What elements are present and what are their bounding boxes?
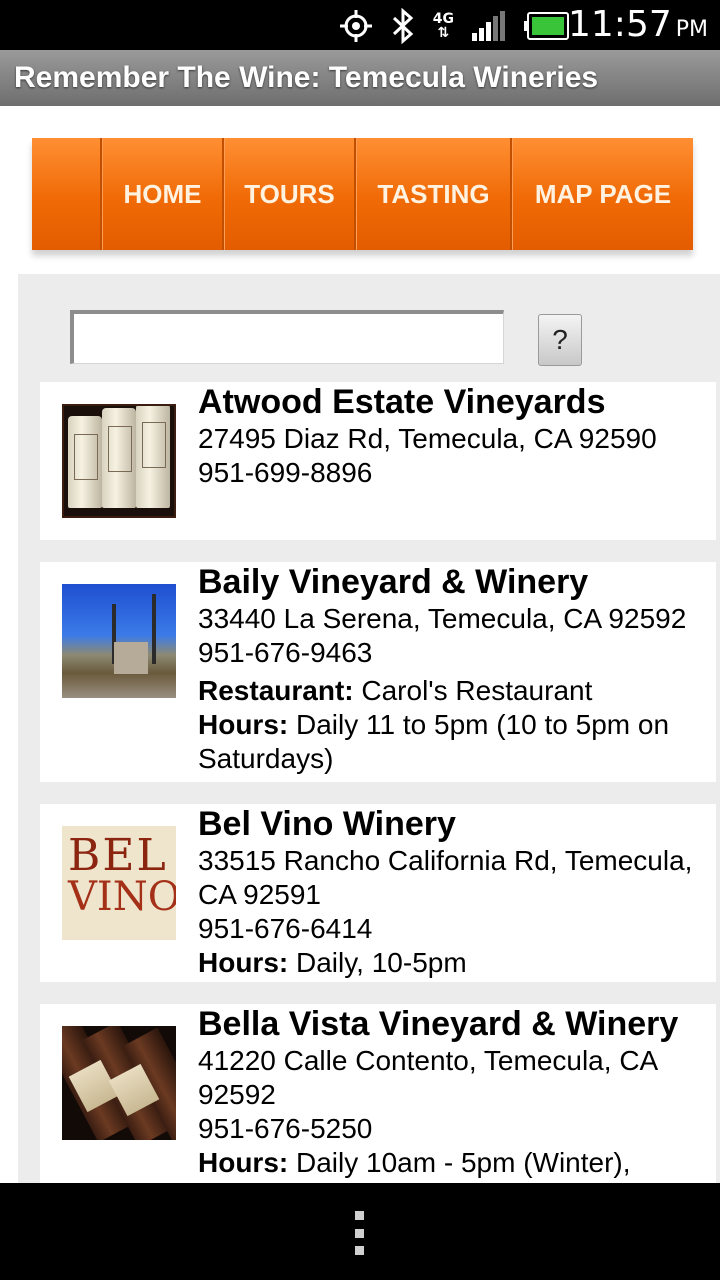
winery-phone[interactable]: 951-676-6414 (198, 912, 718, 946)
winery-address: 33440 La Serena, Temecula, CA 92592 (198, 603, 687, 634)
help-button[interactable]: ? (538, 314, 582, 366)
gps-icon (339, 10, 372, 42)
title-bar: Remember The Wine: Temecula Wineries (0, 50, 720, 106)
winery-card-bella-vista[interactable]: Bella Vista Vineyard & Winery 41220 Call… (40, 1004, 716, 1183)
winery-name[interactable]: Bella Vista Vineyard & Winery (198, 1004, 718, 1044)
winery-thumbnail (62, 584, 176, 698)
winery-list-panel: ? Atwood Estate Vineyards 27495 Diaz Rd,… (18, 274, 720, 1183)
network-4g-icon: 4G ⇅ (432, 11, 454, 41)
hours-label: Hours: (198, 709, 289, 740)
signal-icon (472, 11, 505, 41)
clock: 11:57 PM (568, 4, 708, 45)
hours-value: Daily 10am - 5pm (Winter), (288, 1147, 631, 1178)
winery-info: Bel Vino Winery 33515 Rancho California … (198, 804, 718, 980)
nav-map-page[interactable]: MAP PAGE (512, 138, 693, 250)
nav-tours[interactable]: TOURS (224, 138, 356, 250)
status-icons: 4G ⇅ (339, 6, 570, 46)
system-nav-bar (0, 1183, 720, 1280)
winery-name[interactable]: Atwood Estate Vineyards (198, 382, 718, 422)
clock-ampm: PM (675, 17, 708, 42)
winery-phone[interactable]: 951-699-8896 (198, 456, 718, 490)
winery-hours: Hours: Daily 10am - 5pm (Winter), (198, 1146, 718, 1180)
nav-spacer (32, 138, 102, 250)
hours-label: Hours: (198, 1147, 289, 1178)
winery-card-bel-vino[interactable]: BEL VINO Bel Vino Winery 33515 Rancho Ca… (40, 804, 716, 982)
network-label: 4G (432, 11, 454, 27)
search-input[interactable] (70, 310, 504, 364)
main-nav: HOME TOURS TASTING MAP PAGE (32, 138, 693, 250)
winery-address: 33515 Rancho California Rd, Temecula, CA… (198, 845, 693, 910)
winery-address: 27495 Diaz Rd, Temecula, CA 92590 (198, 423, 657, 454)
winery-hours: Hours: Daily, 10-5pm (198, 946, 718, 980)
winery-info: Baily Vineyard & Winery 33440 La Serena,… (198, 562, 718, 776)
winery-card-atwood[interactable]: Atwood Estate Vineyards 27495 Diaz Rd, T… (40, 382, 716, 540)
winery-name[interactable]: Baily Vineyard & Winery (198, 562, 718, 602)
winery-restaurant: Restaurant: Carol's Restaurant (198, 674, 718, 708)
winery-thumbnail: BEL VINO (62, 826, 176, 940)
hours-label: Hours: (198, 947, 289, 978)
webview-content[interactable]: HOME TOURS TASTING MAP PAGE ? Atwood Est… (0, 106, 720, 1183)
winery-name[interactable]: Bel Vino Winery (198, 804, 718, 844)
winery-phone[interactable]: 951-676-5250 (198, 1112, 718, 1146)
winery-thumbnail (62, 404, 176, 518)
winery-info: Bella Vista Vineyard & Winery 41220 Call… (198, 1004, 718, 1180)
winery-info: Atwood Estate Vineyards 27495 Diaz Rd, T… (198, 382, 718, 490)
nav-tasting[interactable]: TASTING (356, 138, 512, 250)
status-bar: 4G ⇅ 11:57 PM (0, 0, 720, 50)
battery-icon (524, 12, 569, 40)
bluetooth-icon (392, 8, 413, 44)
winery-card-baily[interactable]: Baily Vineyard & Winery 33440 La Serena,… (40, 562, 716, 782)
winery-address: 41220 Calle Contento, Temecula, CA 92592 (198, 1045, 657, 1110)
nav-home[interactable]: HOME (102, 138, 224, 250)
clock-time: 11:57 (568, 4, 672, 45)
winery-thumbnail (62, 1026, 176, 1140)
restaurant-label: Restaurant: (198, 675, 354, 706)
logo-text-line2: VINO (68, 874, 176, 920)
overflow-menu-icon[interactable] (355, 1211, 365, 1255)
winery-hours: Hours: Daily 11 to 5pm (10 to 5pm on Sat… (198, 708, 718, 776)
restaurant-value: Carol's Restaurant (353, 675, 593, 706)
hours-value: Daily, 10-5pm (288, 947, 467, 978)
winery-phone[interactable]: 951-676-9463 (198, 636, 718, 670)
app-title: Remember The Wine: Temecula Wineries (14, 61, 599, 94)
